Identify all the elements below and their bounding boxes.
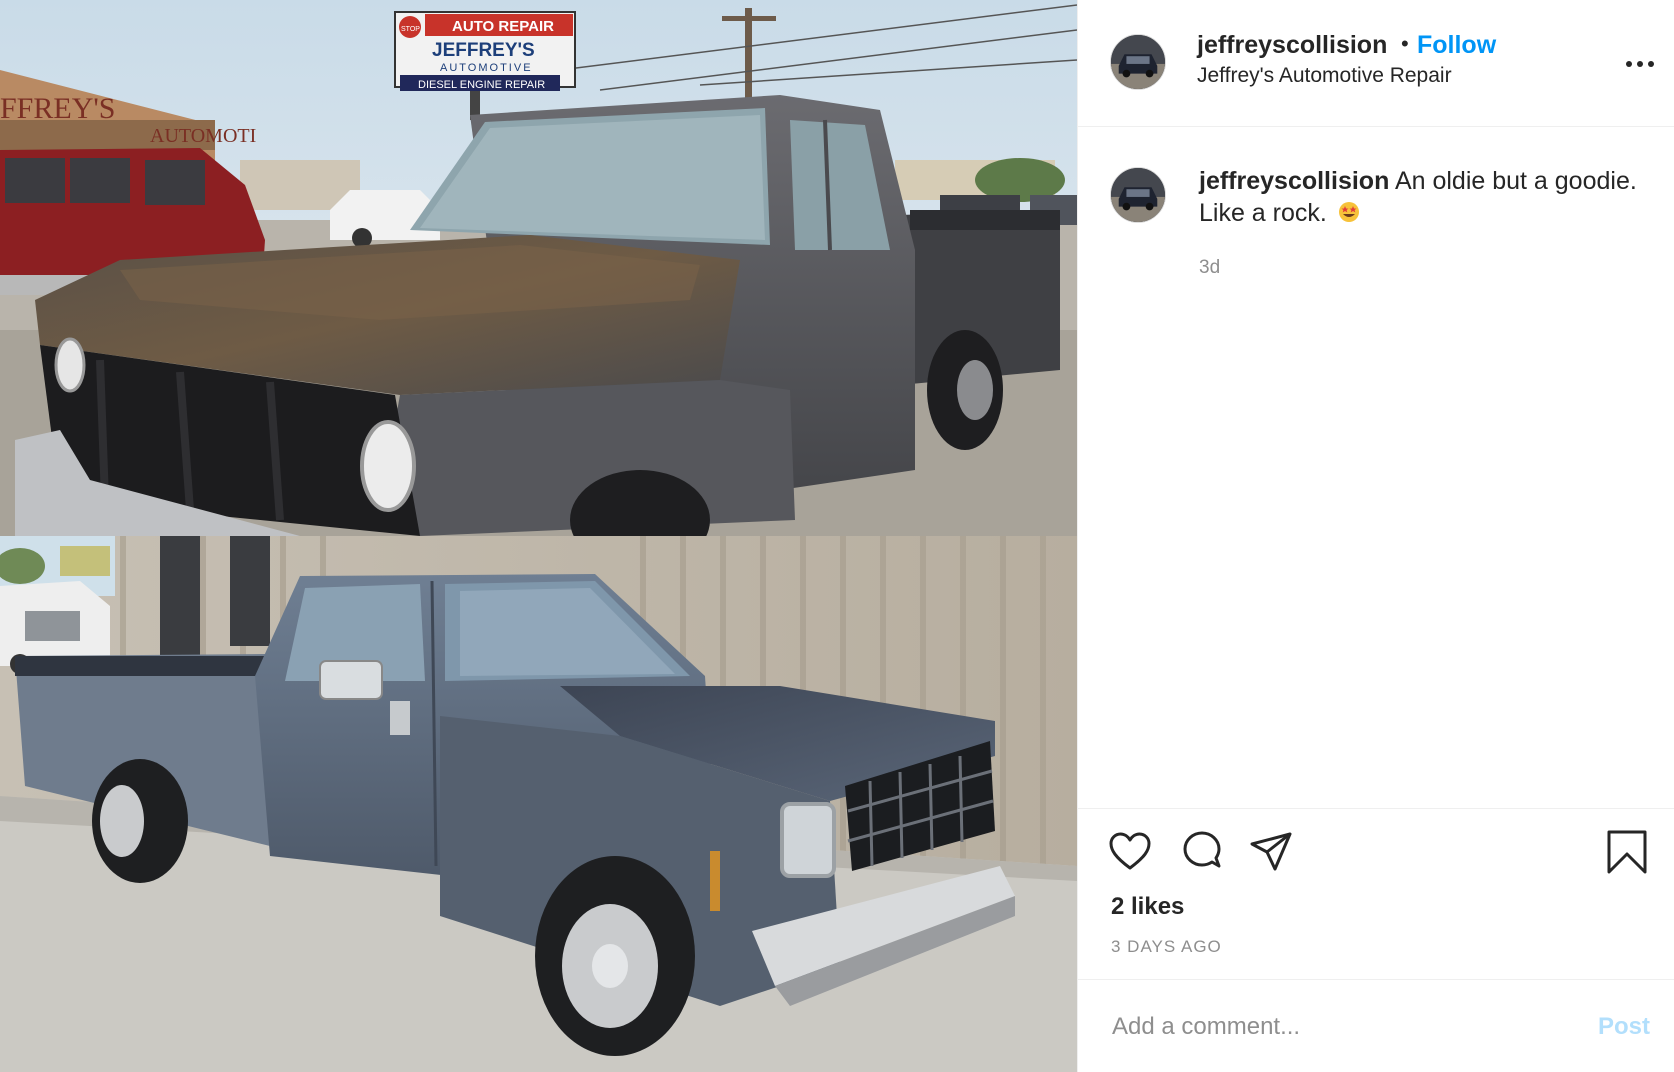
share-button[interactable] [1248, 829, 1294, 875]
instagram-post-modal: FFREY'S AUTOMOTI AUTO REPAIR STOP JEFFRE… [0, 0, 1674, 1072]
avatar-image [1111, 168, 1165, 222]
comment-button[interactable] [1179, 829, 1225, 875]
post-sidebar: jeffreyscollision • Follow Jeffrey's Aut… [1077, 0, 1674, 1072]
sign-jeffreys: JEFFREY'S [432, 40, 535, 61]
sign-auto-repair: AUTO REPAIR [452, 18, 554, 35]
post-timestamp: 3 DAYS AGO [1111, 937, 1222, 956]
before-photo: FFREY'S AUTOMOTI AUTO REPAIR STOP JEFFRE… [0, 0, 1077, 536]
comments-section[interactable]: jeffreyscollision An oldie but a goodie.… [1078, 127, 1674, 807]
comment-input[interactable] [1110, 1004, 1564, 1050]
caption-avatar[interactable] [1110, 167, 1166, 223]
author-username[interactable]: jeffreyscollision [1197, 31, 1387, 60]
after-photo [0, 536, 1077, 1072]
share-icon [1250, 832, 1292, 871]
sign-stop: STOP [401, 26, 420, 33]
bookmark-icon [1607, 830, 1647, 874]
separator-dot: • [1401, 31, 1409, 56]
svg-text:FFREY'S: FFREY'S [0, 92, 115, 125]
avatar-image [1111, 35, 1165, 89]
author-location[interactable]: Jeffrey's Automotive Repair [1197, 64, 1452, 88]
ellipsis-icon [1626, 61, 1632, 67]
save-button[interactable] [1604, 829, 1650, 875]
author-avatar[interactable] [1110, 34, 1166, 90]
before-photo-image: FFREY'S AUTOMOTI AUTO REPAIR STOP JEFFRE… [0, 0, 1077, 536]
after-photo-image [0, 536, 1077, 1072]
heart-icon [1109, 832, 1151, 870]
caption-username[interactable]: jeffreyscollision [1199, 167, 1389, 195]
sign-diesel: DIESEL ENGINE REPAIR [418, 79, 545, 91]
likes-count[interactable]: 2 likes [1111, 893, 1184, 921]
svg-text:AUTOMOTI: AUTOMOTI [150, 125, 256, 147]
add-comment-form: Post [1078, 979, 1674, 1072]
post-caption: jeffreyscollision An oldie but a goodie.… [1199, 165, 1639, 229]
ellipsis-dot-3 [1648, 61, 1654, 67]
comment-icon [1183, 831, 1221, 868]
post-comment-button[interactable]: Post [1598, 1013, 1650, 1041]
post-actions: 2 likes 3 DAYS AGO [1078, 808, 1674, 979]
like-button[interactable] [1107, 829, 1153, 875]
ellipsis-dot-2 [1637, 61, 1643, 67]
caption-age: 3d [1199, 257, 1221, 278]
post-header: jeffreyscollision • Follow Jeffrey's Aut… [1078, 0, 1674, 127]
star-struck-emoji-icon [1338, 202, 1359, 222]
post-photo[interactable]: FFREY'S AUTOMOTI AUTO REPAIR STOP JEFFRE… [0, 0, 1077, 1072]
follow-button[interactable]: Follow [1417, 31, 1496, 60]
more-options-button[interactable] [1623, 48, 1663, 78]
sign-automotive: AUTOMOTIVE [440, 62, 533, 74]
